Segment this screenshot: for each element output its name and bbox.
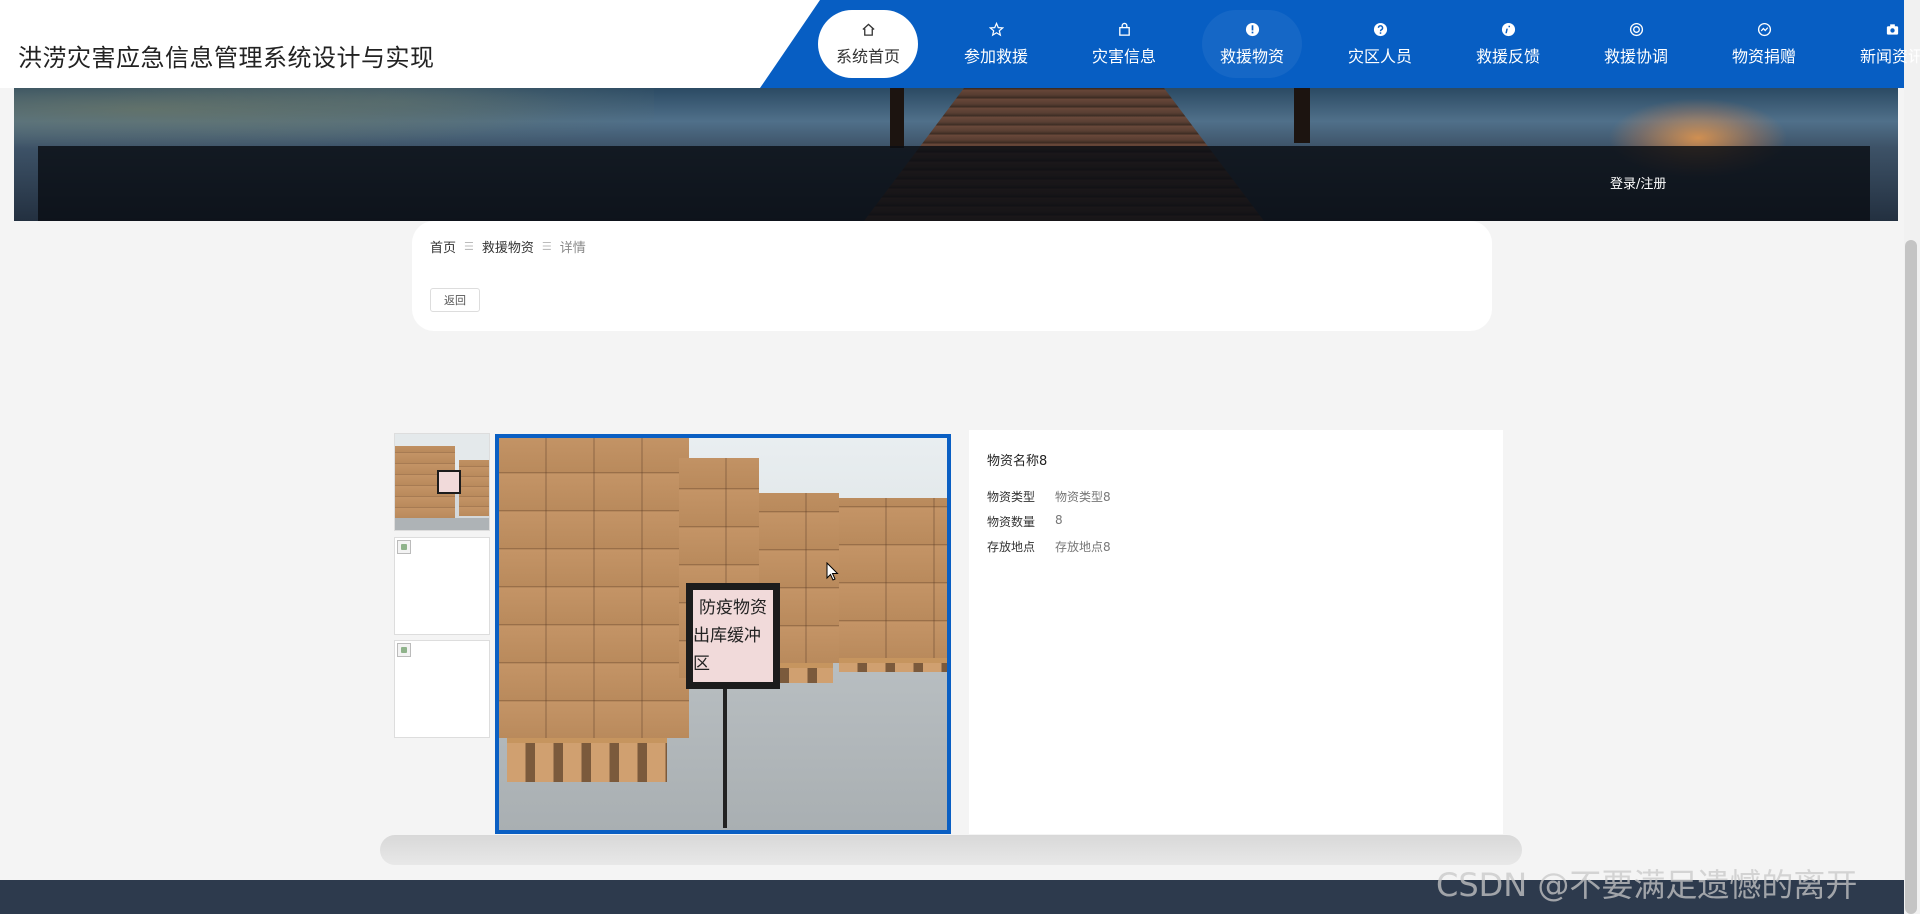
- detail-row-location: 存放地点 存放地点8: [987, 538, 1111, 555]
- banner-overlay-bar: [38, 146, 1870, 221]
- sign-line-1: 防疫物资: [699, 598, 767, 618]
- detail-label: 物资数量: [987, 515, 1036, 529]
- broken-image-icon: [397, 540, 411, 554]
- detail-row-quantity: 物资数量 8: [987, 513, 1063, 530]
- watermark: CSDN @不要满足遗憾的离开: [1436, 866, 1858, 904]
- thumbnail-2[interactable]: [394, 537, 490, 635]
- thumbnail-photo: [395, 434, 489, 530]
- detail-label: 物资类型: [987, 490, 1036, 504]
- back-button[interactable]: 返回: [430, 288, 480, 312]
- mouse-cursor-icon: [826, 561, 840, 586]
- alert-icon: [1244, 21, 1260, 37]
- site-title: 洪涝灾害应急信息管理系统设计与实现: [18, 44, 435, 72]
- breadcrumb-current: 详情: [559, 241, 586, 256]
- nav-item-label: 系统首页: [835, 47, 900, 66]
- thumbnail-3[interactable]: [394, 640, 490, 738]
- nav-item-rescue-coordination[interactable]: 救援协调: [1586, 10, 1686, 78]
- sign-line-2: 出库缓冲区: [693, 626, 761, 674]
- info-icon: [1500, 21, 1516, 37]
- nav-item-news[interactable]: 新闻资讯: [1842, 10, 1920, 78]
- nav-item-home[interactable]: 系统首页: [818, 10, 918, 78]
- detail-row-type: 物资类型 物资类型8: [987, 488, 1111, 505]
- breadcrumb-home[interactable]: 首页: [430, 237, 456, 256]
- lifebuoy-icon: [1628, 21, 1644, 37]
- main-product-image[interactable]: 防疫物资 出库缓冲区: [495, 434, 951, 834]
- detail-value: 8: [1055, 513, 1063, 527]
- main-nav: 系统首页 参加救援 灾害信息 救援物资 灾区人员 救援反馈 救援协调 物资捐赠 …: [818, 10, 1920, 78]
- broken-image-icon: [397, 643, 411, 657]
- home-icon: [860, 21, 876, 37]
- nav-item-label: 新闻资讯: [1859, 47, 1920, 66]
- breadcrumb-separator-icon: ☰: [541, 240, 552, 253]
- breadcrumb: 首页 ☰ 救援物资 ☰ 详情: [430, 237, 586, 256]
- nav-item-affected-people[interactable]: 灾区人员: [1330, 10, 1430, 78]
- chart-circle-icon: [1756, 21, 1772, 37]
- camera-icon: [1884, 21, 1900, 37]
- breadcrumb-panel: 首页 ☰ 救援物资 ☰ 详情 返回: [412, 221, 1492, 331]
- breadcrumb-separator-icon: ☰: [464, 240, 474, 253]
- nav-item-rescue-feedback[interactable]: 救援反馈: [1458, 10, 1558, 78]
- nav-item-label: 参加救援: [963, 47, 1028, 66]
- nav-item-label: 物资捐赠: [1731, 47, 1796, 66]
- login-register-link[interactable]: 登录/注册: [1610, 173, 1666, 192]
- detail-label: 存放地点: [987, 540, 1036, 554]
- nav-item-label: 救援反馈: [1475, 47, 1540, 66]
- header: 洪涝灾害应急信息管理系统设计与实现 系统首页 参加救援 灾害信息 救援物资 灾区…: [0, 0, 1920, 88]
- thumbnail-1[interactable]: [394, 433, 490, 531]
- scrollbar-thumb[interactable]: [1905, 240, 1917, 914]
- star-icon: [988, 21, 1004, 37]
- detail-value: 物资类型8: [1055, 490, 1111, 504]
- nav-item-donation[interactable]: 物资捐赠: [1714, 10, 1814, 78]
- breadcrumb-rescue-supplies[interactable]: 救援物资: [482, 237, 534, 256]
- warehouse-sign: 防疫物资 出库缓冲区: [686, 583, 780, 689]
- nav-item-disaster-info[interactable]: 灾害信息: [1074, 10, 1174, 78]
- question-icon: [1372, 21, 1388, 37]
- bag-icon: [1116, 21, 1132, 37]
- nav-item-label: 救援物资: [1219, 47, 1284, 66]
- detail-value: 存放地点8: [1055, 540, 1111, 554]
- nav-item-label: 灾害信息: [1091, 47, 1156, 66]
- nav-item-join-rescue[interactable]: 参加救援: [946, 10, 1046, 78]
- nav-item-rescue-supplies[interactable]: 救援物资: [1202, 10, 1302, 78]
- supply-name: 物资名称8: [987, 454, 1048, 469]
- content-shadow: [380, 835, 1522, 865]
- nav-item-label: 灾区人员: [1347, 47, 1412, 66]
- detail-panel: 物资名称8 物资类型 物资类型8 物资数量 8 存放地点 存放地点8: [969, 430, 1503, 834]
- nav-item-label: 救援协调: [1603, 47, 1668, 66]
- banner-image: [14, 88, 1898, 221]
